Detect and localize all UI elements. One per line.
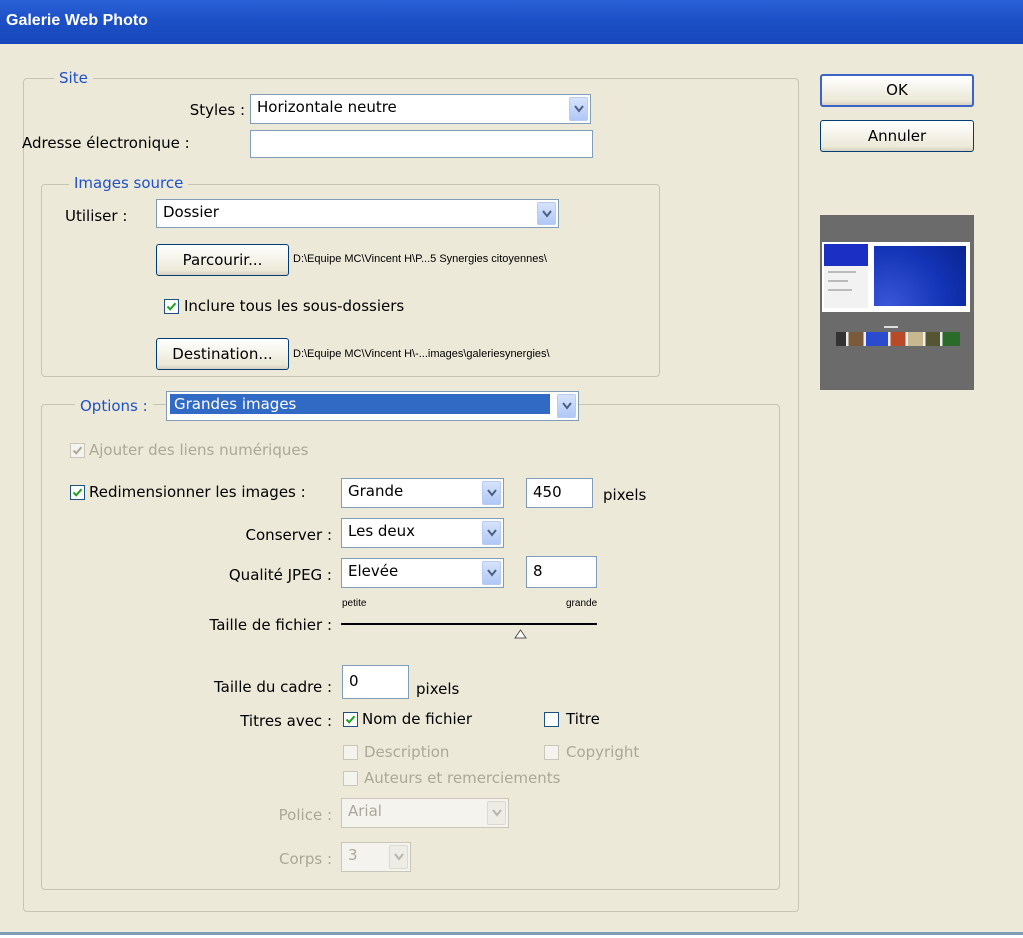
preview-page — [822, 242, 970, 312]
style-preview — [820, 215, 974, 390]
use-label: Utiliser : — [65, 207, 128, 225]
add-links-label[interactable]: Ajouter des liens numériques — [89, 441, 308, 459]
size-label: Corps : — [279, 850, 332, 868]
title-description-checkbox[interactable] — [343, 745, 358, 760]
jpeg-value: Elevée — [348, 562, 399, 580]
preview-sidebar — [824, 266, 868, 308]
preview-strip-title — [884, 326, 898, 328]
border-unit: pixels — [416, 680, 460, 698]
preview-main-image — [874, 246, 966, 306]
chevron-down-icon[interactable] — [537, 202, 556, 225]
check-icon — [345, 715, 356, 724]
site-legend: Site — [54, 69, 93, 87]
keep-value: Les deux — [348, 522, 416, 540]
border-label: Taille du cadre : — [213, 678, 332, 696]
use-select[interactable]: Dossier — [156, 199, 559, 228]
preview-line — [828, 280, 848, 282]
title-credits-label[interactable]: Auteurs et remerciements — [364, 769, 560, 787]
jpeg-label: Qualité JPEG : — [228, 566, 332, 584]
source-legend: Images source — [69, 174, 189, 192]
check-icon — [72, 446, 83, 455]
options-value: Grandes images — [170, 394, 550, 414]
resize-checkbox[interactable] — [70, 485, 85, 500]
add-links-checkbox[interactable] — [70, 443, 85, 458]
check-icon — [166, 302, 177, 311]
preview-line — [828, 289, 852, 291]
use-value: Dossier — [163, 203, 219, 221]
title-description-label[interactable]: Description — [364, 743, 449, 761]
resize-select[interactable]: Grande — [341, 478, 504, 508]
title-title-checkbox[interactable] — [544, 712, 559, 727]
chevron-down-icon[interactable] — [569, 97, 588, 121]
styles-select[interactable]: Horizontale neutre — [250, 94, 591, 124]
filesize-small-label: petite — [342, 598, 367, 609]
resize-pixels-unit: pixels — [603, 486, 647, 504]
title-bar: Galerie Web Photo — [0, 0, 1023, 44]
preview-line — [828, 271, 856, 273]
browse-path: D:\Equipe MC\Vincent H\P...5 Synergies c… — [293, 253, 547, 265]
destination-path: D:\Equipe MC\Vincent H\-...images\galeri… — [293, 348, 550, 360]
font-select[interactable]: Arial — [341, 798, 509, 828]
resize-pixels-field[interactable]: 450 — [526, 478, 593, 508]
titles-label: Titres avec : — [240, 712, 332, 730]
font-value: Arial — [348, 802, 382, 820]
title-filename-label[interactable]: Nom de fichier — [362, 710, 472, 728]
size-select[interactable]: 3 — [341, 842, 411, 872]
chevron-down-icon[interactable] — [389, 845, 408, 869]
triangle-up-icon — [514, 629, 527, 639]
chevron-down-icon[interactable] — [557, 394, 576, 418]
email-field[interactable] — [250, 130, 593, 158]
preview-filmstrip — [836, 332, 960, 346]
keep-select[interactable]: Les deux — [341, 518, 504, 548]
chevron-down-icon[interactable] — [482, 481, 501, 505]
destination-button[interactable]: Destination... — [156, 338, 289, 370]
size-value: 3 — [348, 846, 358, 864]
title-copyright-label[interactable]: Copyright — [566, 743, 639, 761]
jpeg-select[interactable]: Elevée — [341, 558, 504, 588]
chevron-down-icon[interactable] — [482, 561, 501, 585]
check-icon — [72, 488, 83, 497]
options-legend: Options : — [75, 397, 153, 415]
filesize-slider[interactable] — [341, 616, 597, 639]
browse-button[interactable]: Parcourir... — [156, 244, 289, 276]
window-title: Galerie Web Photo — [6, 12, 148, 29]
resize-label[interactable]: Redimensionner les images : — [89, 483, 306, 501]
ok-button[interactable]: OK — [820, 74, 974, 107]
border-size-field[interactable]: 0 — [342, 665, 409, 699]
title-filename-checkbox[interactable] — [343, 712, 358, 727]
title-credits-checkbox[interactable] — [343, 771, 358, 786]
styles-value: Horizontale neutre — [257, 98, 397, 116]
cancel-button[interactable]: Annuler — [820, 120, 974, 152]
options-select[interactable]: Grandes images — [166, 391, 579, 421]
email-label: Adresse électronique : — [22, 134, 190, 152]
keep-label: Conserver : — [245, 526, 332, 544]
filesize-large-label: grande — [566, 598, 598, 609]
title-copyright-checkbox[interactable] — [544, 745, 559, 760]
preview-sidebar-header — [824, 244, 868, 266]
chevron-down-icon[interactable] — [487, 801, 506, 825]
slider-track — [341, 623, 597, 625]
chevron-down-icon[interactable] — [482, 521, 501, 545]
filesize-label: Taille de fichier : — [209, 616, 332, 634]
bottom-border — [0, 932, 1023, 935]
title-title-label[interactable]: Titre — [566, 710, 600, 728]
slider-thumb[interactable] — [514, 625, 527, 639]
styles-label: Styles : — [189, 101, 245, 119]
resize-value: Grande — [348, 482, 404, 500]
include-subfolders-label[interactable]: Inclure tous les sous-dossiers — [184, 297, 404, 315]
jpeg-number-field[interactable]: 8 — [526, 556, 597, 588]
include-subfolders-checkbox[interactable] — [164, 299, 179, 314]
font-label: Police : — [278, 806, 332, 824]
